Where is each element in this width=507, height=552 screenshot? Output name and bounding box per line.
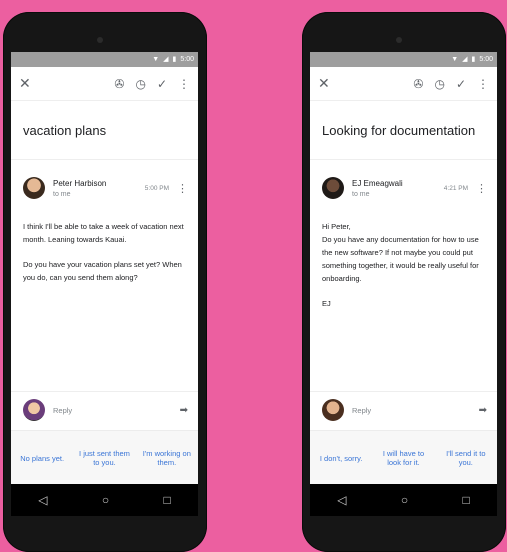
recipient-label: to me (53, 190, 71, 198)
snooze-clock-icon[interactable]: ◷ (434, 77, 444, 91)
send-arrow-icon[interactable]: ➡ (180, 405, 188, 416)
avatar (23, 177, 45, 199)
earpiece (396, 37, 402, 43)
smart-reply-chip[interactable]: No plans yet. (15, 454, 69, 463)
email-screen-right: ▼ ◢ ▮ 5:00 ✕ ✇ ◷ ✓ ⋮ Looking for documen… (310, 52, 497, 484)
avatar (322, 177, 344, 199)
message-more-icon[interactable]: ⋮ (177, 182, 188, 195)
wifi-icon: ▼ (451, 56, 459, 63)
message-time: 5:00 PM (144, 184, 169, 192)
smart-replies: I don't, sorry. I will have to look for … (310, 430, 497, 484)
reply-box[interactable]: Reply ➡ (310, 391, 497, 428)
phone-right: ▼ ◢ ▮ 5:00 ✕ ✇ ◷ ✓ ⋮ Looking for documen… (302, 12, 506, 552)
battery-icon: ▮ (172, 56, 177, 63)
status-bar: ▼ ◢ ▮ 5:00 (310, 52, 497, 67)
smart-replies: No plans yet. I just sent them to you. I… (11, 430, 198, 484)
reply-input[interactable]: Reply (352, 406, 479, 415)
toolbar: ✕ ✇ ◷ ✓ ⋮ (310, 67, 497, 101)
reply-box[interactable]: Reply ➡ (11, 391, 198, 428)
more-vert-icon[interactable]: ⋮ (477, 77, 489, 91)
message-header: Peter Harbison to me 5:00 PM ⋮ (11, 160, 198, 208)
home-icon[interactable]: ○ (102, 493, 109, 507)
message-time: 4:21 PM (443, 184, 468, 192)
status-time: 5:00 (180, 56, 194, 63)
pin-icon[interactable]: ✇ (114, 77, 124, 91)
nav-bar: ◁ ○ □ (310, 484, 497, 516)
status-time: 5:00 (479, 56, 493, 63)
more-vert-icon[interactable]: ⋮ (178, 77, 190, 91)
wifi-icon: ▼ (152, 56, 160, 63)
done-check-icon[interactable]: ✓ (456, 77, 466, 91)
email-subject: vacation plans (11, 101, 198, 160)
reply-input[interactable]: Reply (53, 406, 180, 415)
message-body: Hi Peter, Do you have any documentation … (310, 208, 497, 310)
avatar (23, 399, 45, 421)
avatar (322, 399, 344, 421)
smart-reply-chip[interactable]: I'll send it to you. (439, 449, 493, 467)
message-more-icon[interactable]: ⋮ (476, 182, 487, 195)
pin-icon[interactable]: ✇ (413, 77, 423, 91)
smart-reply-chip[interactable]: I just sent them to you. (77, 449, 131, 467)
sender-name: Peter Harbison (53, 178, 107, 188)
smart-reply-chip[interactable]: I don't, sorry. (314, 454, 368, 463)
body-paragraph: Do you have your vacation plans set yet?… (23, 260, 182, 282)
nav-bar: ◁ ○ □ (11, 484, 198, 516)
recipient-label: to me (352, 190, 370, 198)
email-screen-left: ▼ ◢ ▮ 5:00 ✕ ✇ ◷ ✓ ⋮ vacation plans Pete… (11, 52, 198, 484)
message-body: I think I'll be able to take a week of v… (11, 208, 198, 284)
signal-icon: ◢ (163, 56, 169, 63)
sender-name: EJ Emeagwali (352, 178, 403, 188)
recents-icon[interactable]: □ (463, 493, 470, 507)
body-paragraph: I think I'll be able to take a week of v… (23, 222, 184, 244)
body-paragraph: Do you have any documentation for how to… (322, 235, 479, 283)
phone-left: ▼ ◢ ▮ 5:00 ✕ ✇ ◷ ✓ ⋮ vacation plans Pete… (3, 12, 207, 552)
toolbar: ✕ ✇ ◷ ✓ ⋮ (11, 67, 198, 101)
smart-reply-chip[interactable]: I'm working on them. (140, 449, 194, 467)
home-icon[interactable]: ○ (401, 493, 408, 507)
message-header: EJ Emeagwali to me 4:21 PM ⋮ (310, 160, 497, 208)
status-bar: ▼ ◢ ▮ 5:00 (11, 52, 198, 67)
back-icon[interactable]: ◁ (337, 493, 346, 507)
send-arrow-icon[interactable]: ➡ (479, 405, 487, 416)
back-icon[interactable]: ◁ (38, 493, 47, 507)
smart-reply-chip[interactable]: I will have to look for it. (376, 449, 430, 467)
email-subject: Looking for documentation (310, 101, 497, 160)
close-icon[interactable]: ✕ (318, 75, 330, 92)
signal-icon: ◢ (462, 56, 468, 63)
snooze-clock-icon[interactable]: ◷ (135, 77, 145, 91)
battery-icon: ▮ (471, 56, 476, 63)
close-icon[interactable]: ✕ (19, 75, 31, 92)
done-check-icon[interactable]: ✓ (157, 77, 167, 91)
body-greeting: Hi Peter, (322, 222, 351, 231)
recents-icon[interactable]: □ (164, 493, 171, 507)
body-signature: EJ (322, 299, 331, 308)
earpiece (97, 37, 103, 43)
